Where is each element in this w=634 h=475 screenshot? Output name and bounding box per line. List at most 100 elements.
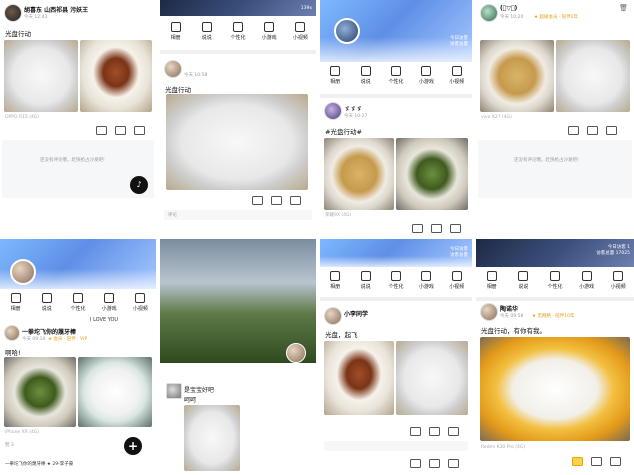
avatar[interactable]	[164, 60, 182, 78]
poster-name[interactable]: (ﾟ▽ﾟ)	[500, 5, 517, 12]
nav-moments[interactable]: 说说	[352, 66, 380, 85]
nav-personalize[interactable]: 个性化	[541, 271, 569, 290]
post-actions	[252, 196, 301, 205]
comment-icon[interactable]	[115, 126, 126, 135]
profile-avatar[interactable]	[10, 259, 36, 285]
nav-personalize[interactable]: 个性化	[224, 22, 252, 41]
share-icon[interactable]	[448, 459, 459, 468]
nav-moments[interactable]: 说说	[33, 293, 61, 312]
like-icon[interactable]	[410, 427, 421, 436]
nav-videos[interactable]: 小视频	[126, 293, 154, 312]
nav-album[interactable]: 相册	[2, 293, 30, 312]
like-icon[interactable]	[252, 196, 263, 205]
comment-input[interactable]	[164, 210, 312, 220]
photo[interactable]	[4, 40, 78, 112]
member-tag: ★ 会员 · 陪伴 · VIP	[48, 337, 88, 342]
comment-icon[interactable]	[429, 427, 440, 436]
avatar[interactable]	[324, 307, 342, 325]
share-icon[interactable]	[134, 126, 145, 135]
nav-moments[interactable]: 说说	[193, 22, 221, 41]
like-icon[interactable]	[412, 224, 423, 233]
nav-album[interactable]: 相册	[162, 22, 190, 41]
profile-nav: 相册 说说 个性化 小游戏 小视频	[160, 22, 316, 46]
avatar[interactable]	[4, 325, 20, 341]
share-icon[interactable]	[606, 126, 617, 135]
profile-nav: 相册 说说 个性化 小游戏 小视频	[320, 271, 472, 293]
album-icon	[10, 293, 21, 303]
like-icon[interactable]	[96, 126, 107, 135]
post-time: 今天 12:43	[24, 15, 48, 20]
nav-album[interactable]: 相册	[321, 66, 349, 85]
device-label: vivo X27 (4G)	[481, 115, 512, 120]
member-tag: ★ 无网络 · 陪伴10年	[532, 314, 575, 319]
comment-icon[interactable]	[431, 224, 442, 233]
comment-input[interactable]	[324, 441, 468, 451]
nav-games[interactable]: 小游戏	[573, 271, 601, 290]
photo[interactable]	[396, 341, 468, 415]
avatar[interactable]	[480, 303, 498, 321]
post-actions	[410, 427, 459, 436]
nav-games[interactable]: 小游戏	[95, 293, 123, 312]
post-text: 光盘行动，有你有我。	[481, 327, 546, 335]
photo[interactable]	[556, 40, 630, 112]
avatar[interactable]	[480, 4, 498, 22]
nav-games[interactable]: 小游戏	[255, 22, 283, 41]
device-label: OPPO R15 (4G)	[5, 115, 40, 120]
share-icon[interactable]	[448, 427, 459, 436]
like-icon[interactable]	[410, 459, 421, 468]
photo[interactable]	[396, 138, 468, 210]
avatar[interactable]	[166, 383, 182, 399]
nav-videos[interactable]: 小视频	[604, 271, 632, 290]
nav-album[interactable]: 相册	[478, 271, 506, 290]
avatar[interactable]	[4, 4, 22, 22]
nav-album[interactable]: 相册	[321, 271, 349, 290]
share-icon[interactable]	[610, 457, 621, 466]
album-icon	[330, 66, 341, 76]
photo[interactable]	[166, 94, 308, 190]
feed-panel-4: (ﾟ▽ﾟ) 今天 10:20 ★ 超级会员 · 陪伴2年 🗑 vivo X27 …	[476, 0, 634, 235]
comment-icon[interactable]	[429, 459, 440, 468]
add-post-button[interactable]: +	[124, 437, 142, 455]
comment-icon[interactable]	[587, 126, 598, 135]
gamepad-icon	[421, 271, 432, 281]
profile-avatar[interactable]	[334, 18, 360, 44]
share-icon[interactable]	[290, 196, 301, 205]
music-disc-button[interactable]: ♪	[130, 176, 148, 194]
poster-name[interactable]: ゞゞゞ	[344, 104, 362, 113]
nav-personalize[interactable]: 个性化	[382, 66, 410, 85]
comment-icon[interactable]	[271, 196, 282, 205]
poster-name[interactable]: 小李同学	[344, 309, 368, 318]
device-label: Redmi K30 Pro (4G)	[481, 445, 526, 450]
nav-videos[interactable]: 小视频	[443, 271, 471, 290]
nav-games[interactable]: 小游戏	[412, 271, 440, 290]
comment-icon[interactable]	[591, 457, 602, 466]
photo-avatar[interactable]	[286, 343, 306, 363]
poster-name[interactable]: 一拳坨飞你的蔑牙棒	[22, 327, 76, 336]
like-icon[interactable]	[568, 126, 579, 135]
share-icon[interactable]	[450, 224, 461, 233]
video-icon	[451, 271, 462, 281]
photo[interactable]	[80, 40, 152, 112]
nav-games[interactable]: 小游戏	[412, 66, 440, 85]
photo[interactable]	[480, 337, 630, 441]
poster-name[interactable]: 胡喜东 山西祁县 污妖王	[24, 5, 88, 14]
nav-personalize[interactable]: 个性化	[382, 271, 410, 290]
nav-videos[interactable]: 小视频	[286, 22, 314, 41]
photo[interactable]	[324, 341, 394, 415]
nav-moments[interactable]: 说说	[352, 271, 380, 290]
photo[interactable]	[78, 357, 152, 427]
avatar[interactable]	[324, 102, 342, 120]
photo[interactable]	[324, 138, 394, 210]
photo[interactable]	[480, 40, 554, 112]
gamepad-icon	[264, 22, 275, 32]
nav-personalize[interactable]: 个性化	[64, 293, 92, 312]
nav-videos[interactable]: 小视频	[443, 66, 471, 85]
photo[interactable]	[184, 405, 240, 471]
like-icon[interactable]	[572, 457, 583, 466]
poster-name[interactable]: 陶诺华	[500, 304, 518, 313]
nav-moments[interactable]: 说说	[509, 271, 537, 290]
photo[interactable]	[4, 357, 76, 427]
delete-icon[interactable]: 🗑	[619, 4, 628, 12]
feed-panel-5: 相册 说说 个性化 小游戏 小视频 I LOVE YOU 一拳坨飞你的蔑牙棒 今…	[0, 239, 156, 475]
poster-name[interactable]: 是宝宝好吧	[184, 385, 214, 394]
